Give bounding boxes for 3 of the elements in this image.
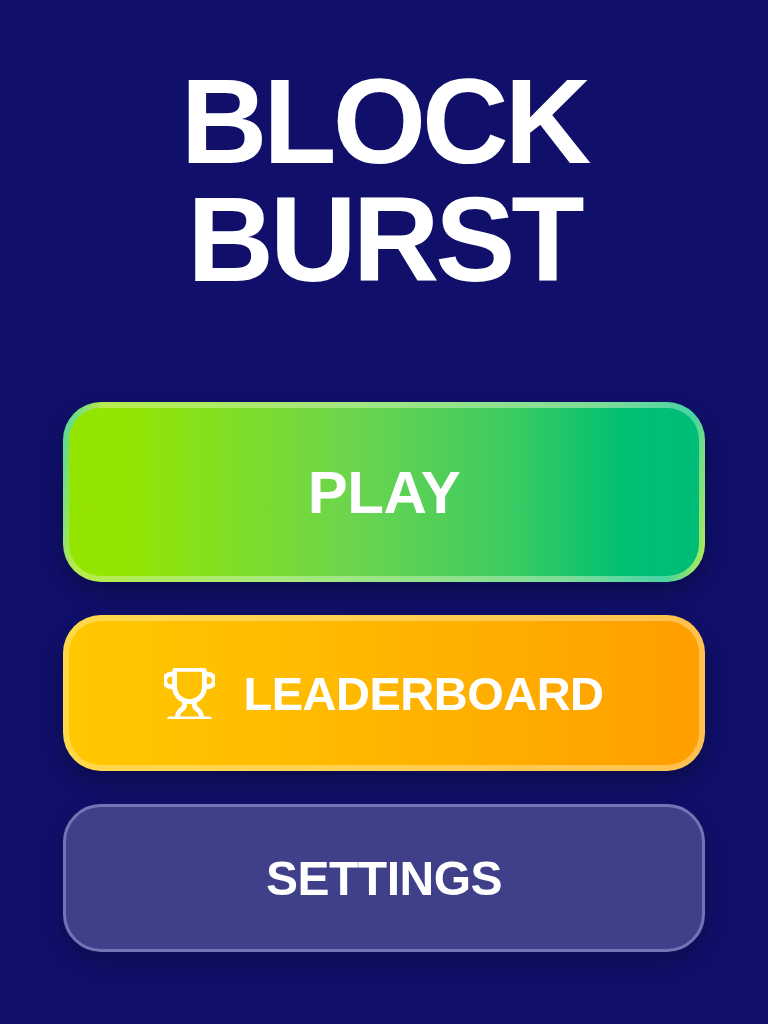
trophy-icon (164, 667, 216, 719)
game-title: BLOCK BURST (179, 62, 589, 298)
settings-button[interactable]: SETTINGS (63, 804, 705, 952)
